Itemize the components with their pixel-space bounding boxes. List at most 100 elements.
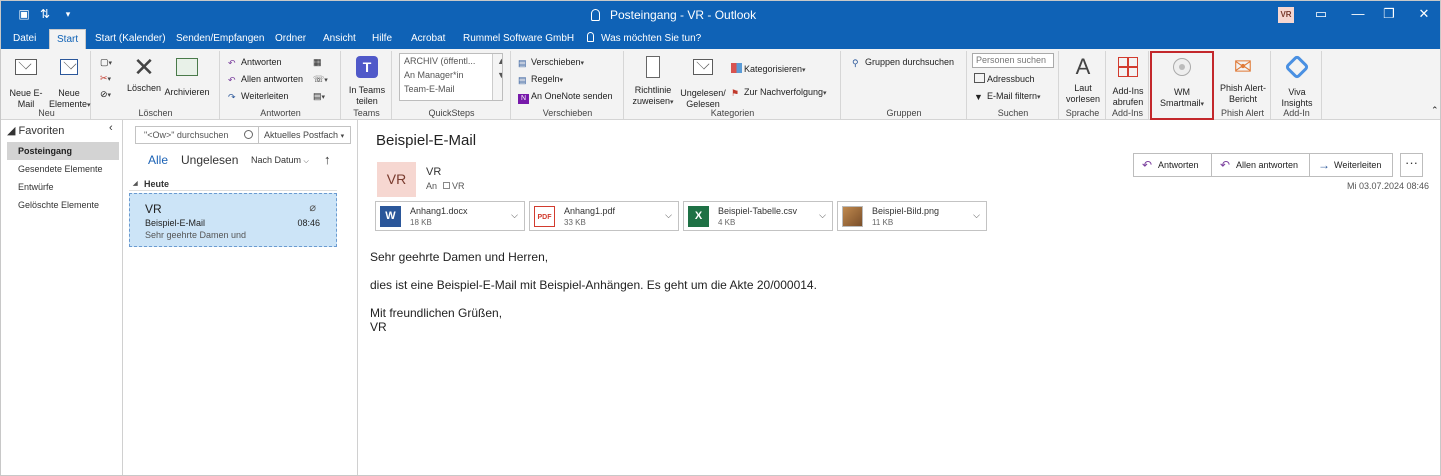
share-teams-button[interactable]: T In Teams teilen <box>345 54 389 107</box>
cleanup-icon[interactable]: ✂▾ <box>100 71 111 87</box>
reply-all-label: Allen antworten <box>1236 160 1299 170</box>
quickstep-item[interactable]: Team-E-Mail <box>400 82 502 96</box>
unread-read-button[interactable]: Ungelesen/ Gelesen <box>679 54 727 110</box>
close-icon[interactable]: ✕ <box>1414 5 1434 23</box>
attachment-size: 18 KB <box>410 218 432 227</box>
address-book-button[interactable]: Adressbuch <box>974 72 1035 86</box>
folder-posteingang[interactable]: Posteingang <box>7 142 119 160</box>
attachment-pdf[interactable]: PDF Anhang1.pdf 33 KB ⌵ <box>529 201 679 231</box>
sort-direction-icon[interactable]: ↑ <box>324 152 331 167</box>
user-avatar[interactable]: VR <box>1278 7 1294 23</box>
send-receive-icon[interactable]: ⇅ <box>38 8 52 21</box>
tab-acrobat[interactable]: Acrobat <box>404 29 452 49</box>
tab-ordner[interactable]: Ordner <box>268 29 313 49</box>
tab-ansicht[interactable]: Ansicht <box>316 29 363 49</box>
tell-me-search[interactable]: Was möchten Sie tun? <box>587 29 701 49</box>
chevron-down-icon[interactable]: ⌵ <box>819 210 826 221</box>
mail-subject-heading: Beispiel-E-Mail <box>376 132 477 149</box>
search-scope-select[interactable]: Aktuelles Postfach ▾ <box>259 126 351 144</box>
group-gruppen: ⚲ Gruppen durchsuchen Gruppen <box>842 51 967 119</box>
chevron-down-icon[interactable]: ⌵ <box>665 210 672 221</box>
group-label-quicksteps: QuickSteps <box>428 108 475 118</box>
folder-geloeschte[interactable]: Gelöschte Elemente <box>7 196 119 214</box>
filter-all[interactable]: Alle <box>148 153 168 167</box>
attachment-docx[interactable]: W Anhang1.docx 18 KB ⌵ <box>375 201 525 231</box>
recipient-checkbox-icon <box>443 182 451 189</box>
attachment-png[interactable]: Beispiel-Bild.png 11 KB ⌵ <box>837 201 987 231</box>
reply-all-button[interactable]: ↶ Allen antworten <box>228 72 303 86</box>
read-aloud-icon: A <box>1075 54 1091 79</box>
tab-start[interactable]: Start <box>49 29 87 49</box>
restore-icon[interactable]: ❐ <box>1379 5 1399 23</box>
filter-unread[interactable]: Ungelesen <box>181 153 238 167</box>
filter-email-button[interactable]: ▼ E-Mail filtern▾ <box>974 89 1041 105</box>
read-aloud-button[interactable]: A Laut vorlesen <box>1062 54 1104 105</box>
viva-insights-button[interactable]: Viva Insights <box>1274 54 1320 109</box>
collapse-pane-icon[interactable]: ‹ <box>109 122 113 134</box>
delete-icon: ✕ <box>133 52 155 82</box>
get-addins-button[interactable]: Add-Ins abrufen <box>1108 54 1148 108</box>
reply-button[interactable]: ↶ Antworten <box>228 55 282 69</box>
tab-hilfe[interactable]: Hilfe <box>365 29 399 49</box>
forward-label: Weiterleiten <box>1334 160 1382 170</box>
browse-groups-button[interactable]: ⚲ Gruppen durchsuchen <box>852 55 954 69</box>
ignore-icon[interactable]: ▢▾ <box>100 55 112 71</box>
im-icon[interactable]: ☏▾ <box>313 72 328 88</box>
delete-button[interactable]: ✕ Löschen <box>126 54 162 94</box>
tab-start-kalender[interactable]: Start (Kalender) <box>88 29 173 49</box>
more-respond-icon[interactable]: ▤▾ <box>313 89 325 105</box>
ribbon-display-icon[interactable]: ▭ <box>1311 5 1331 23</box>
followup-button[interactable]: ⚑ Zur Nachverfolgung▾ <box>731 85 827 101</box>
list-item[interactable]: VR ⌀ Beispiel-E-Mail 08:46 Sehr geehrte … <box>129 193 337 247</box>
forward-button[interactable]: → Weiterleiten <box>1310 154 1381 176</box>
quickstep-item[interactable]: An Manager*in <box>400 68 502 82</box>
meeting-icon[interactable]: ▦ <box>313 55 322 69</box>
move-button[interactable]: ▤ Verschieben▾ <box>518 55 584 71</box>
reply-button[interactable]: ↶ Antworten <box>1134 154 1199 176</box>
more-actions-button[interactable]: ··· <box>1400 153 1423 177</box>
categorize-button[interactable]: Kategorisieren▾ <box>731 62 806 78</box>
chevron-down-icon[interactable]: ⌵ <box>511 210 518 221</box>
group-label-neu: Neu <box>38 108 55 118</box>
attachment-icon: ⌀ <box>309 202 316 214</box>
recipient-line: An VR <box>426 181 465 191</box>
policy-label: Richtlinie zuweisen <box>632 85 672 106</box>
tab-senden-empfangen[interactable]: Senden/Empfangen <box>169 29 271 49</box>
favorites-header[interactable]: ◢ Favoriten <box>7 124 64 137</box>
attachment-csv[interactable]: X Beispiel-Tabelle.csv 4 KB ⌵ <box>683 201 833 231</box>
move-label: Verschieben <box>531 57 581 67</box>
quicksteps-scroll[interactable]: ▲▼ <box>492 54 502 100</box>
search-people-input[interactable]: Personen suchen <box>972 53 1054 68</box>
to-value[interactable]: VR <box>452 181 465 191</box>
reply-icon: ↶ <box>1142 158 1153 172</box>
tab-rummel-software[interactable]: Rummel Software GmbH <box>456 29 581 49</box>
policy-button[interactable]: Richtlinie zuweisen▾ <box>629 54 677 108</box>
message-list: "<Ow>" durchsuchen Aktuelles Postfach ▾ … <box>124 120 358 475</box>
new-items-button[interactable]: Neue Elemente▾ <box>49 54 91 111</box>
customize-toolbar-icon[interactable]: ▾ <box>61 8 75 21</box>
junk-icon[interactable]: ⊘▾ <box>100 87 111 103</box>
date-group-header[interactable]: Heute <box>129 177 337 191</box>
flag-icon: ⚑ <box>731 88 740 98</box>
onenote-button[interactable]: N An OneNote senden <box>518 89 613 104</box>
sender-name[interactable]: VR <box>426 166 441 178</box>
minimize-icon[interactable]: — <box>1348 5 1368 23</box>
sort-by-button[interactable]: Nach Datum ⌵ <box>251 155 309 166</box>
tab-datei[interactable]: Datei <box>6 29 43 49</box>
pdf-file-icon: PDF <box>534 206 555 227</box>
sender-avatar[interactable]: VR <box>377 162 416 197</box>
folder-entwuerfe[interactable]: Entwürfe <box>7 178 119 196</box>
search-input[interactable]: "<Ow>" durchsuchen <box>135 126 259 144</box>
chevron-down-icon[interactable]: ⌵ <box>973 210 980 221</box>
collapse-ribbon-icon[interactable]: ⌃ <box>1431 103 1439 117</box>
forward-label: Weiterleiten <box>241 91 289 101</box>
outlook-window: ▣ ⇅ ▾ Posteingang - VR - Outlook VR ▭ — … <box>0 0 1441 476</box>
phish-report-button[interactable]: ✉ Phish Alert- Bericht <box>1217 54 1269 105</box>
reply-all-button[interactable]: ↶ Allen antworten <box>1212 154 1298 176</box>
quickstep-item[interactable]: ARCHIV (öffentl... <box>400 54 502 68</box>
folder-gesendete[interactable]: Gesendete Elemente <box>7 160 119 178</box>
new-email-button[interactable]: Neue E-Mail <box>7 54 45 110</box>
forward-button[interactable]: ↷ Weiterleiten <box>228 89 288 103</box>
archive-button[interactable]: Archivieren <box>164 54 210 98</box>
rules-button[interactable]: ▤ Regeln▾ <box>518 72 563 88</box>
